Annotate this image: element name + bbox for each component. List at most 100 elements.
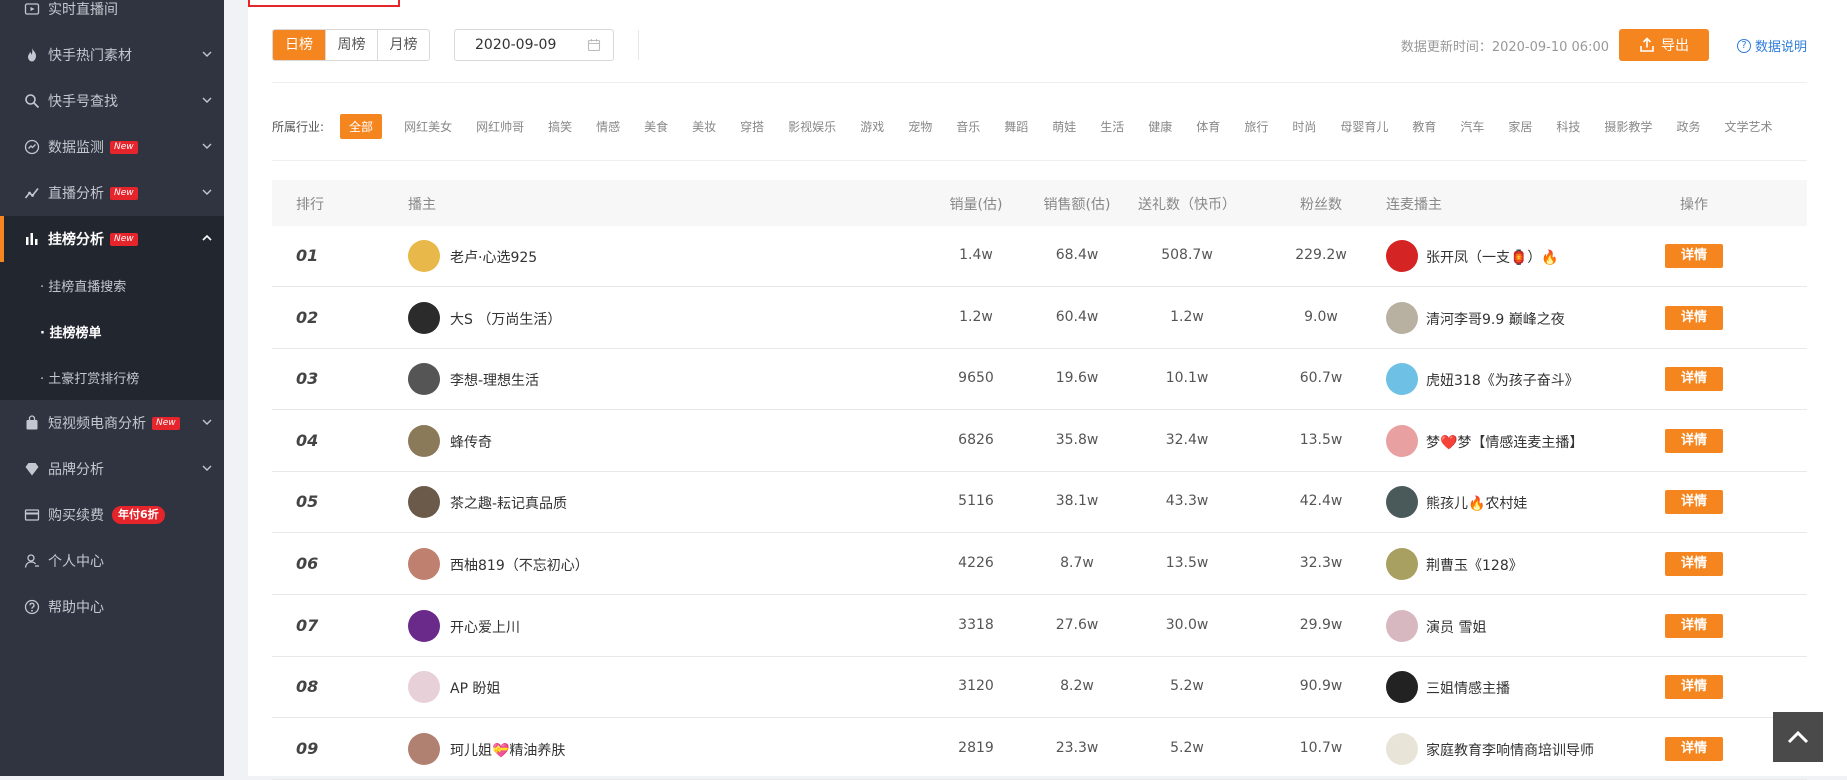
- industry-option[interactable]: 影视娱乐: [788, 118, 836, 135]
- sidebar-subitem-ranking-list[interactable]: · 挂榜榜单: [0, 308, 224, 354]
- sales-cell: 1.4w: [959, 247, 993, 263]
- industry-option[interactable]: 情感: [596, 118, 620, 135]
- industry-option[interactable]: 科技: [1556, 118, 1580, 135]
- sidebar-item-data-monitor[interactable]: 数据监测 New: [0, 124, 224, 170]
- mic-host-name[interactable]: 家庭教育李响情商培训导师: [1426, 740, 1594, 760]
- host-name[interactable]: 西柚819（不忘初心）: [450, 555, 589, 575]
- host-avatar[interactable]: [408, 301, 440, 334]
- detail-button[interactable]: 详情: [1665, 552, 1723, 576]
- mic-host-name[interactable]: 虎妞318《为孩子奋斗》: [1426, 370, 1579, 390]
- industry-option[interactable]: 政务: [1676, 118, 1700, 135]
- sidebar-item-live-analysis[interactable]: 直播分析 New: [0, 170, 224, 216]
- sidebar-subitem-live-search[interactable]: · 挂榜直播搜索: [0, 262, 224, 308]
- industry-option[interactable]: 汽车: [1460, 118, 1484, 135]
- host-name[interactable]: 李想-理想生活: [450, 370, 539, 390]
- detail-button[interactable]: 详情: [1665, 490, 1723, 515]
- host-name[interactable]: 开心爱上川: [450, 617, 520, 637]
- mic-host-name[interactable]: 熊孩儿🔥农村娃: [1426, 493, 1527, 513]
- amount-cell: 68.4w: [1055, 247, 1099, 263]
- host-name[interactable]: 老卢·心选925: [450, 247, 537, 267]
- mic-host-avatar[interactable]: [1386, 363, 1418, 396]
- sidebar-item-ecommerce-analysis[interactable]: 短视频电商分析 New: [0, 400, 224, 446]
- host-name[interactable]: AP 盼姐: [450, 678, 500, 698]
- industry-option[interactable]: 搞笑: [548, 118, 572, 135]
- sidebar-item-live-room[interactable]: 实时直播间: [0, 0, 224, 32]
- period-weekly-button[interactable]: 周榜: [325, 30, 377, 60]
- industry-option[interactable]: 生活: [1100, 118, 1124, 135]
- host-name[interactable]: 珂儿姐💝精油养肤: [450, 740, 565, 760]
- period-daily-button[interactable]: 日榜: [273, 30, 325, 60]
- host-name[interactable]: 蜂传奇: [450, 432, 492, 452]
- host-avatar[interactable]: [408, 240, 440, 272]
- host-avatar[interactable]: [408, 732, 440, 765]
- fire-icon: [24, 47, 40, 63]
- detail-button[interactable]: 详情: [1665, 675, 1723, 700]
- industry-option[interactable]: 宠物: [908, 118, 932, 135]
- shopping-bag-icon: [24, 415, 40, 431]
- mic-host-name[interactable]: 梦❤️梦【情感连麦主播】: [1426, 432, 1583, 452]
- export-button[interactable]: 导出: [1619, 29, 1709, 61]
- mic-host-avatar[interactable]: [1386, 732, 1418, 765]
- sidebar-item-label: 数据监测: [48, 140, 104, 156]
- mic-host-avatar[interactable]: [1386, 671, 1418, 704]
- mic-host-avatar[interactable]: [1386, 424, 1418, 457]
- detail-button[interactable]: 详情: [1665, 428, 1723, 453]
- mic-host-name[interactable]: 荆曹玉《128》: [1426, 555, 1523, 575]
- industry-option[interactable]: 萌娃: [1052, 118, 1076, 135]
- gift-cell: 10.1w: [1165, 370, 1209, 387]
- mic-host-avatar[interactable]: [1386, 609, 1418, 642]
- industry-option[interactable]: 母婴育儿: [1340, 118, 1388, 135]
- industry-option[interactable]: 教育: [1412, 118, 1436, 135]
- host-name[interactable]: 大S （万尚生活）: [450, 309, 561, 329]
- mic-host-name[interactable]: 三姐情感主播: [1426, 678, 1510, 698]
- period-monthly-button[interactable]: 月榜: [377, 30, 429, 60]
- host-avatar[interactable]: [408, 424, 440, 457]
- date-picker[interactable]: 2020-09-09: [454, 29, 614, 61]
- sidebar-item-purchase[interactable]: 购买续费 年付6折: [0, 492, 224, 538]
- mic-host-name[interactable]: 张开凤（一支🏮）🔥: [1426, 247, 1559, 267]
- host-avatar[interactable]: [408, 671, 440, 704]
- sidebar-item-hot-material[interactable]: 快手热门素材: [0, 32, 224, 78]
- sidebar-item-brand-analysis[interactable]: 品牌分析: [0, 446, 224, 492]
- industry-option[interactable]: 健康: [1148, 118, 1172, 135]
- mic-host-name[interactable]: 清河李哥9.9 巅峰之夜: [1426, 309, 1565, 329]
- industry-option[interactable]: 网红美女: [404, 118, 452, 135]
- industry-option[interactable]: 全部: [340, 113, 383, 139]
- mic-host-name[interactable]: 演员 雪姐: [1426, 617, 1486, 637]
- host-avatar[interactable]: [408, 548, 440, 580]
- detail-button[interactable]: 详情: [1665, 736, 1723, 761]
- detail-button[interactable]: 详情: [1665, 613, 1723, 638]
- industry-option[interactable]: 时尚: [1292, 118, 1316, 135]
- mic-host-avatar[interactable]: [1386, 240, 1418, 272]
- host-avatar[interactable]: [408, 363, 440, 396]
- calendar-icon: [587, 39, 601, 52]
- mic-host-avatar[interactable]: [1386, 548, 1418, 580]
- industry-option[interactable]: 美妆: [692, 118, 716, 135]
- industry-option[interactable]: 文学艺术: [1724, 118, 1772, 135]
- industry-option[interactable]: 摄影教学: [1604, 118, 1652, 135]
- industry-option[interactable]: 游戏: [860, 118, 884, 135]
- industry-option[interactable]: 舞蹈: [1004, 118, 1028, 135]
- industry-option[interactable]: 旅行: [1244, 118, 1268, 135]
- scroll-to-top-button[interactable]: [1773, 712, 1823, 762]
- detail-button[interactable]: 详情: [1665, 367, 1723, 392]
- detail-button[interactable]: 详情: [1665, 244, 1723, 268]
- mic-host-avatar[interactable]: [1386, 486, 1418, 519]
- industry-option[interactable]: 美食: [644, 118, 668, 135]
- industry-option[interactable]: 网红帅哥: [476, 118, 524, 135]
- host-avatar[interactable]: [408, 486, 440, 519]
- sidebar-item-help-center[interactable]: 帮助中心: [0, 584, 224, 630]
- data-explanation-link[interactable]: ? 数据说明: [1736, 36, 1807, 55]
- sidebar-subitem-tipper-ranking[interactable]: · 土豪打赏排行榜: [0, 354, 224, 400]
- detail-button[interactable]: 详情: [1665, 305, 1723, 330]
- industry-option[interactable]: 穿搭: [740, 118, 764, 135]
- industry-option[interactable]: 体育: [1196, 118, 1220, 135]
- mic-host-avatar[interactable]: [1386, 301, 1418, 334]
- sidebar-item-ranking-analysis[interactable]: 挂榜分析 New: [0, 216, 224, 262]
- host-avatar[interactable]: [408, 609, 440, 642]
- sidebar-item-personal-center[interactable]: 个人中心: [0, 538, 224, 584]
- industry-option[interactable]: 家居: [1508, 118, 1532, 135]
- sidebar-item-account-search[interactable]: 快手号查找: [0, 78, 224, 124]
- host-name[interactable]: 茶之趣-耘记真品质: [450, 493, 567, 513]
- industry-option[interactable]: 音乐: [956, 118, 980, 135]
